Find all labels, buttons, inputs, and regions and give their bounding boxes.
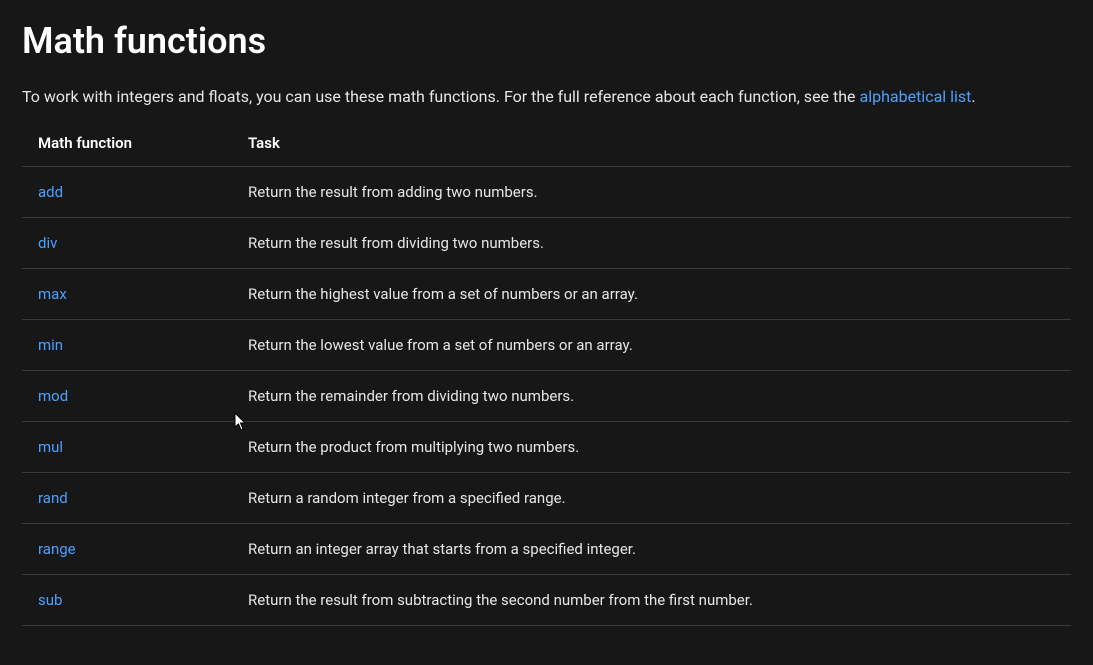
table-row: min Return the lowest value from a set o… [22,319,1071,370]
func-link-div[interactable]: div [38,234,57,252]
intro-text-prefix: To work with integers and floats, you ca… [22,87,860,106]
page-title: Math functions [22,20,1071,62]
table-header-row: Math function Task [22,120,1071,167]
func-task: Return the remainder from dividing two n… [232,370,1071,421]
table-row: max Return the highest value from a set … [22,268,1071,319]
intro-text-suffix: . [971,87,975,106]
func-link-sub[interactable]: sub [38,591,62,609]
func-task: Return the result from adding two number… [232,166,1071,217]
func-link-add[interactable]: add [38,183,63,201]
col-header-task: Task [232,120,1071,167]
func-task: Return the result from dividing two numb… [232,217,1071,268]
table-row: mod Return the remainder from dividing t… [22,370,1071,421]
intro-paragraph: To work with integers and floats, you ca… [22,84,1071,110]
math-functions-table: Math function Task add Return the result… [22,120,1071,626]
func-task: Return the lowest value from a set of nu… [232,319,1071,370]
func-task: Return an integer array that starts from… [232,523,1071,574]
func-link-mul[interactable]: mul [38,438,63,456]
func-link-min[interactable]: min [38,336,63,354]
table-row: mul Return the product from multiplying … [22,421,1071,472]
col-header-function: Math function [22,120,232,167]
table-row: rand Return a random integer from a spec… [22,472,1071,523]
func-task: Return the result from subtracting the s… [232,574,1071,625]
func-task: Return the product from multiplying two … [232,421,1071,472]
func-link-range[interactable]: range [38,540,76,558]
func-task: Return a random integer from a specified… [232,472,1071,523]
table-row: sub Return the result from subtracting t… [22,574,1071,625]
table-row: add Return the result from adding two nu… [22,166,1071,217]
func-link-max[interactable]: max [38,285,67,303]
alphabetical-list-link[interactable]: alphabetical list [860,87,972,106]
table-row: div Return the result from dividing two … [22,217,1071,268]
func-task: Return the highest value from a set of n… [232,268,1071,319]
func-link-rand[interactable]: rand [38,489,68,507]
func-link-mod[interactable]: mod [38,387,68,405]
table-row: range Return an integer array that start… [22,523,1071,574]
